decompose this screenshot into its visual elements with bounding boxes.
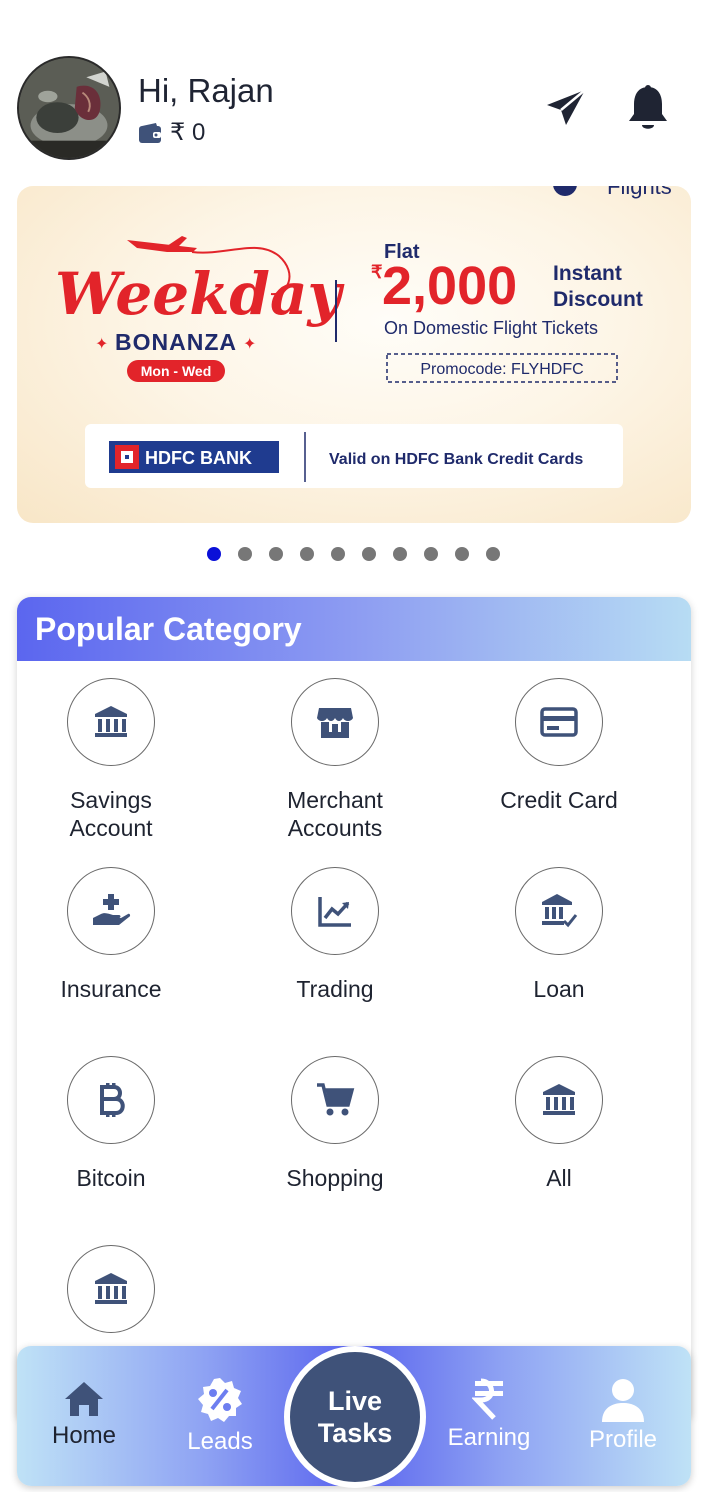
bank-icon [543, 1084, 575, 1115]
carousel-dot[interactable] [269, 547, 283, 561]
bank-icon [95, 706, 127, 737]
store-icon [317, 708, 353, 738]
svg-text:✦: ✦ [243, 336, 256, 353]
category-label: Account [69, 815, 153, 841]
carousel-dot[interactable] [362, 547, 376, 561]
cart-icon [317, 1083, 355, 1116]
live-tasks-label: Live [327, 1386, 383, 1416]
promo-banner[interactable]: Flights Weekday BONANZA ✦ ✦ Mon - Wed Fl… [17, 186, 691, 523]
profile-icon [602, 1379, 644, 1422]
category-credit-card[interactable]: Credit Card [459, 678, 659, 814]
trading-chart-icon [318, 897, 351, 927]
category-label: Shopping [286, 1165, 384, 1191]
category-label: All [546, 1165, 572, 1191]
category-bitcoin[interactable]: Bitcoin [17, 1056, 211, 1192]
category-label: Accounts [287, 815, 383, 841]
bank-name: HDFC BANK [145, 448, 252, 468]
carousel-dot[interactable] [486, 547, 500, 561]
category-all[interactable]: All [459, 1056, 659, 1192]
nav-label: Profile [588, 1426, 658, 1453]
nav-label: Home [51, 1422, 117, 1449]
bell-icon[interactable] [626, 84, 670, 134]
nav-live-tasks-button[interactable]: Live Tasks [284, 1346, 426, 1488]
carousel-dot[interactable] [207, 547, 221, 561]
category-trading[interactable]: Trading [235, 867, 435, 1003]
category-label: Credit Card [500, 787, 618, 813]
send-icon[interactable] [545, 87, 587, 129]
category-label: Loan [533, 976, 585, 1002]
carousel-dot[interactable] [455, 547, 469, 561]
rupee-icon [472, 1378, 503, 1420]
bottom-nav: Home Leads Live Tasks Earning Profile [17, 1346, 691, 1488]
discount-text: Discount [553, 288, 643, 311]
valid-text: Valid on HDFC Bank Credit Cards [329, 451, 583, 468]
category-item[interactable] [17, 1245, 211, 1353]
promo-code: Promocode: FLYHDFC [420, 361, 583, 378]
category-label: Bitcoin [76, 1165, 146, 1191]
avatar[interactable] [17, 56, 121, 160]
insurance-hand-icon [93, 894, 131, 925]
credit-card-icon [540, 707, 578, 737]
category-label: Merchant [287, 787, 383, 813]
popular-category-card: Popular Category Savings Account Merchant… [17, 597, 691, 1417]
bank-icon [95, 1273, 127, 1304]
category-header: Popular Category [17, 597, 691, 661]
nav-label: Leads [187, 1428, 253, 1455]
nav-home[interactable]: Home [24, 1380, 144, 1450]
carousel-indicator[interactable] [207, 547, 500, 561]
days-pill: Mon - Wed [141, 363, 212, 379]
greeting-text: Hi, Rajan [138, 72, 274, 109]
category-label: Trading [296, 976, 374, 1002]
svg-text:✦: ✦ [95, 336, 108, 353]
category-title: Popular Category [35, 610, 302, 647]
category-shopping[interactable]: Shopping [235, 1056, 435, 1192]
category-merchant-accounts[interactable]: Merchant Accounts [235, 678, 435, 842]
category-savings-account[interactable]: Savings Account [17, 678, 211, 842]
nav-label: Earning [447, 1424, 531, 1451]
discount-badge-icon [198, 1378, 242, 1422]
bitcoin-icon [100, 1083, 125, 1117]
wallet-balance[interactable]: ₹ 0 [138, 118, 205, 147]
wallet-icon [139, 122, 161, 143]
brand-sub: BONANZA [115, 329, 237, 355]
nav-profile[interactable]: Profile [563, 1378, 683, 1454]
category-label: Savings [70, 787, 152, 813]
flight-tag: Flights [607, 186, 672, 199]
discount-amount: 2,000 [382, 256, 517, 316]
loan-bank-check-icon [542, 894, 578, 928]
home-icon [65, 1382, 103, 1416]
carousel-dot[interactable] [300, 547, 314, 561]
banner-subtitle: On Domestic Flight Tickets [384, 318, 598, 338]
category-label: Insurance [60, 976, 162, 1002]
instant-text: Instant [553, 262, 622, 285]
category-insurance[interactable]: Insurance [17, 867, 211, 1003]
brand-script: Weekday [55, 260, 346, 328]
nav-earning[interactable]: Earning [429, 1378, 549, 1452]
carousel-dot[interactable] [331, 547, 345, 561]
carousel-dot[interactable] [238, 547, 252, 561]
category-loan[interactable]: Loan [459, 867, 659, 1003]
app-header: Hi, Rajan ₹ 0 [0, 0, 708, 180]
nav-leads[interactable]: Leads [160, 1376, 280, 1456]
carousel-dot[interactable] [393, 547, 407, 561]
live-tasks-label: Tasks [317, 1418, 393, 1448]
carousel-dot[interactable] [424, 547, 438, 561]
wallet-amount: ₹ 0 [170, 119, 206, 146]
